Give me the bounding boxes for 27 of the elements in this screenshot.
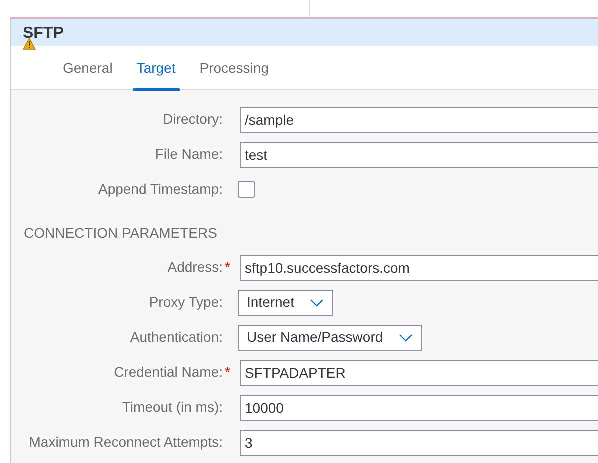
field-label: Maximum Reconnect Attempts: (28, 433, 223, 452)
dropdown[interactable]: Internet (238, 290, 334, 316)
dropdown[interactable]: User Name/Password (238, 324, 422, 350)
field-label: Credential Name: (113, 363, 223, 382)
checkbox[interactable] (238, 181, 255, 198)
tab[interactable]: General (51, 46, 125, 90)
required-mark: * (225, 364, 230, 380)
field-label: File Name: (154, 145, 223, 164)
field-label: Append Timestamp: (97, 180, 223, 199)
input-field[interactable]: test (240, 142, 598, 168)
input-field[interactable]: /sample (240, 106, 598, 132)
tab[interactable]: Target (124, 46, 188, 90)
field-label: Authentication: (129, 328, 223, 347)
input-field[interactable]: sftp10.successfactors.com (240, 254, 598, 280)
field-label: Timeout (in ms): (121, 398, 223, 417)
section-heading: CONNECTION PARAMETERS (23, 224, 218, 243)
tab[interactable]: Processing (188, 46, 281, 90)
field-label: Directory: (162, 110, 223, 129)
input-field[interactable]: 3 (240, 430, 598, 456)
field-label: Address: (166, 258, 223, 277)
panel-title: SFTP (23, 25, 65, 43)
input-field[interactable]: 10000 (240, 394, 598, 420)
required-mark: * (225, 259, 230, 275)
field-label: Proxy Type: (148, 293, 223, 312)
chevron-down-icon (310, 298, 324, 306)
chevron-down-icon (399, 334, 414, 342)
input-field[interactable]: SFTPADAPTER (240, 360, 598, 386)
